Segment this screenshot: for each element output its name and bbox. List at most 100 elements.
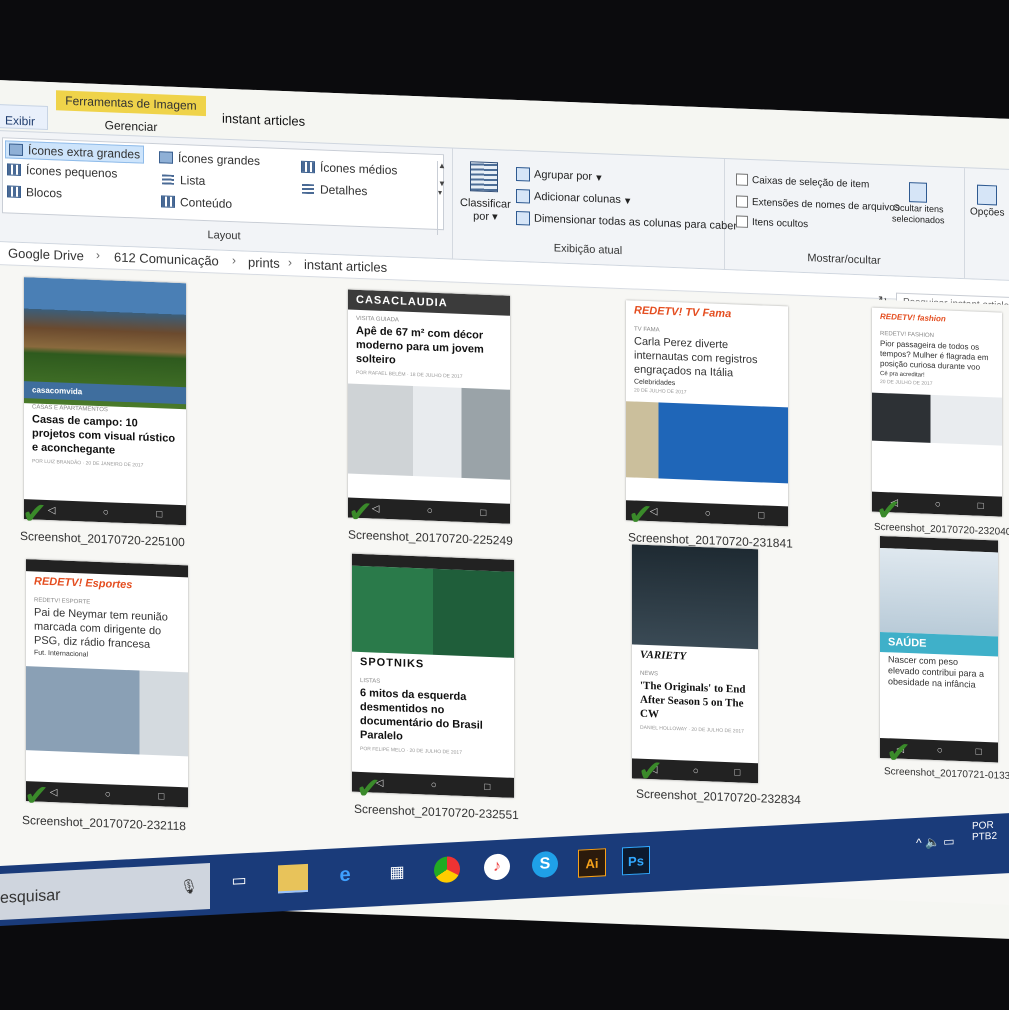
microphone-icon[interactable]: 🎙	[180, 878, 198, 896]
large-icons-icon	[159, 151, 173, 164]
file-thumbnail[interactable]: SPOTNIKS LISTAS 6 mitos da esquerda desm…	[352, 553, 514, 798]
contextual-tab-header: Ferramentas de Imagem	[56, 90, 206, 117]
back-icon: ◁	[47, 504, 56, 516]
file-name[interactable]: Screenshot_20170720-232118	[22, 813, 186, 833]
language-indicator[interactable]: POR PTB2	[972, 820, 997, 843]
layout-group: Ícones extra grandes Ícones grandes Ícon…	[0, 131, 453, 259]
small-icons-icon	[7, 163, 21, 176]
file-name[interactable]: Screenshot_20170721-013344	[884, 766, 1009, 782]
file-name[interactable]: Screenshot_20170720-232551	[354, 802, 519, 822]
current-view-group-label: Exibição atual	[553, 242, 623, 258]
file-name[interactable]: Screenshot_20170720-225100	[20, 529, 185, 549]
layout-extra-large-icons[interactable]: Ícones extra grandes	[5, 140, 145, 164]
layout-details[interactable]: Detalhes	[301, 182, 367, 198]
checkbox-icon	[736, 195, 748, 208]
layout-gallery: Ícones extra grandes Ícones grandes Ícon…	[2, 137, 450, 236]
crumb-612-comunicacao[interactable]: 612 Comunicação	[114, 250, 219, 269]
add-columns-button[interactable]: Adicionar colunas ▾	[516, 188, 630, 207]
fit-columns-button[interactable]: Dimensionar todas as colunas para caber	[516, 210, 737, 233]
options-icon	[977, 184, 998, 206]
home-icon: ○	[104, 788, 111, 800]
file-thumbnail[interactable]: REDETV! fashion REDETV! FASHION Pior pas…	[872, 307, 1002, 517]
baby-photo	[880, 547, 998, 637]
layout-tiles[interactable]: Blocos	[7, 184, 62, 201]
edge-icon[interactable]: e	[332, 861, 358, 888]
originals-photo	[632, 544, 758, 650]
tiles-icon	[7, 185, 21, 198]
sync-check-icon: ✔	[638, 754, 664, 789]
home-icon: ○	[934, 498, 941, 510]
politicians-photo	[352, 565, 514, 658]
extra-large-icons-icon	[9, 143, 23, 157]
checkbox-icon	[736, 173, 748, 186]
file-thumbnail[interactable]: REDETV! TV Fama TV FAMA Carla Perez dive…	[626, 300, 788, 527]
hide-selected-button[interactable]: Ocultar itens selecionados	[892, 181, 945, 225]
sync-check-icon: ✔	[628, 498, 654, 533]
file-name[interactable]: Screenshot_20170720-232834	[636, 787, 801, 807]
chevron-right-icon: ›	[96, 247, 100, 262]
file-extensions-toggle[interactable]: Extensões de nomes de arquivos	[736, 195, 900, 213]
chevron-right-icon: ›	[232, 253, 236, 268]
taskbar-search-input[interactable]: esquisar 🎙	[0, 862, 210, 920]
apartment-photo	[348, 383, 510, 480]
recents-icon: □	[758, 509, 765, 522]
home-icon: ○	[704, 507, 711, 519]
itunes-icon[interactable]: ♪	[484, 853, 510, 881]
file-thumbnail[interactable]: REDETV! Esportes REDETV! ESPORTE Pai de …	[26, 559, 188, 808]
layout-list[interactable]: Lista	[161, 172, 205, 188]
recents-icon: □	[977, 500, 984, 512]
sync-check-icon: ✔	[348, 495, 374, 530]
crumb-prints[interactable]: prints	[248, 255, 280, 271]
sort-by-button[interactable]: Classificar por ▾	[460, 197, 511, 224]
window-title: instant articles	[222, 110, 306, 129]
crumb-google-drive[interactable]: Google Drive	[8, 245, 84, 263]
system-tray-icons[interactable]: ^ 🔈 ▭	[916, 834, 955, 850]
brand-label: VARIETY	[640, 648, 687, 663]
home-icon: ○	[426, 505, 433, 517]
file-explorer-icon[interactable]	[278, 863, 308, 894]
group-by-button[interactable]: Agrupar por ▾	[516, 166, 602, 184]
file-grid: casacomvida CASAS E APARTAMENTOS Casas d…	[0, 266, 1009, 906]
plane-photo	[872, 392, 1002, 446]
task-view-icon[interactable]: ▭	[226, 867, 252, 894]
chrome-icon[interactable]	[434, 855, 460, 884]
file-thumbnail[interactable]: casacomvida CASAS E APARTAMENTOS Casas d…	[24, 277, 186, 526]
sync-check-icon: ✔	[24, 779, 50, 814]
article-headline: Carla Perez diverte internautas com regi…	[634, 335, 758, 380]
photoshop-icon[interactable]: Ps	[622, 845, 650, 876]
checkbox-icon	[736, 215, 748, 228]
store-icon[interactable]: ▦	[384, 859, 410, 886]
sync-check-icon: ✔	[886, 736, 912, 771]
medium-icons-icon	[301, 160, 315, 174]
article-headline: Casas de campo: 10 projetos com visual r…	[32, 413, 176, 457]
layout-content[interactable]: Conteúdo	[161, 194, 232, 211]
illustrator-icon[interactable]: Ai	[578, 848, 606, 878]
recents-icon: □	[480, 507, 487, 519]
neymar-photo	[26, 666, 188, 757]
layout-medium-icons[interactable]: Ícones médios	[301, 160, 397, 177]
crumb-instant-articles[interactable]: instant articles	[304, 257, 387, 275]
recents-icon: □	[158, 790, 165, 802]
article-headline: Pior passageira de todos os tempos? Mulh…	[880, 338, 989, 372]
file-thumbnail[interactable]: SAÚDE Nascer com peso elevado contribui …	[880, 535, 998, 763]
tab-exibir[interactable]: Exibir	[0, 104, 48, 130]
recents-icon: □	[156, 508, 163, 520]
layout-large-icons[interactable]: Ícones grandes	[159, 150, 260, 168]
content-icon	[161, 195, 175, 208]
photo-of-monitor: Exibir Ferramentas de Imagem Gerenciar i…	[0, 0, 1009, 1010]
layout-small-icons[interactable]: Ícones pequenos	[7, 162, 117, 181]
home-icon: ○	[430, 779, 437, 791]
item-checkboxes-toggle[interactable]: Caixas de seleção de item	[736, 173, 869, 190]
options-button[interactable]: Opções	[970, 184, 1004, 219]
file-name[interactable]: Screenshot_20170720-225249	[348, 528, 513, 548]
group-by-icon	[516, 166, 530, 182]
add-columns-icon	[516, 188, 530, 204]
file-thumbnail[interactable]: VARIETY NEWS 'The Originals' to End Afte…	[632, 544, 758, 784]
recents-icon: □	[734, 766, 741, 779]
hidden-items-toggle[interactable]: Itens ocultos	[736, 215, 808, 230]
skype-icon[interactable]: S	[532, 850, 558, 879]
layout-gallery-scroll[interactable]: ▲ ▼ ▾	[437, 160, 450, 236]
file-explorer-window: Exibir Ferramentas de Imagem Gerenciar i…	[0, 80, 1009, 940]
file-thumbnail[interactable]: CASACLAUDIA VISITA GUIADA Apê de 67 m² c…	[348, 289, 510, 524]
android-nav-bar: ◁ ○ □	[24, 499, 186, 526]
